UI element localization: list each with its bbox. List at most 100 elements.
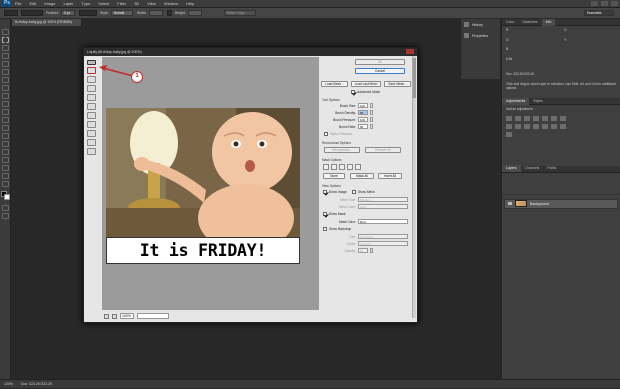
- tool-preset-picker[interactable]: [4, 10, 18, 16]
- background-color-swatch[interactable]: [4, 194, 10, 200]
- tab-channels[interactable]: Channels: [521, 165, 544, 172]
- move-tool-icon[interactable]: [1, 29, 9, 35]
- layer-row[interactable]: Background: [504, 198, 618, 209]
- reconstruct-button[interactable]: Reconstruct...: [324, 147, 360, 153]
- dock-history[interactable]: History: [461, 19, 500, 30]
- channel-mixer-icon[interactable]: [524, 123, 530, 129]
- brush-density-input[interactable]: 50: [358, 110, 368, 115]
- vibrance-icon[interactable]: [542, 115, 548, 121]
- show-backdrop-checkbox[interactable]: [323, 227, 327, 231]
- menu-layer[interactable]: Layer: [63, 1, 73, 6]
- pen-tool-icon[interactable]: [1, 141, 9, 147]
- brush-pressure-dropdown[interactable]: [370, 117, 373, 122]
- menu-select[interactable]: Select: [98, 1, 109, 6]
- stylus-pressure-checkbox[interactable]: [324, 132, 328, 136]
- add-to-selection-icon[interactable]: [331, 164, 337, 170]
- stylus-pressure-toggle[interactable]: Stylus Pressure: [324, 132, 352, 136]
- use-select[interactable]: All Layers: [358, 234, 408, 239]
- brush-tool-icon[interactable]: [1, 85, 9, 91]
- gradient-tool-icon[interactable]: [1, 117, 9, 123]
- menu-help[interactable]: Help: [186, 1, 194, 6]
- dock-properties[interactable]: Properties: [461, 30, 500, 41]
- opacity-dropdown[interactable]: [370, 248, 373, 253]
- workspace-selector[interactable]: Essentials: [584, 10, 614, 16]
- shape-tool-icon[interactable]: [1, 165, 9, 171]
- zoom-tool-icon[interactable]: [87, 148, 96, 155]
- save-mesh-button[interactable]: Save Mesh...: [384, 81, 411, 87]
- curves-icon[interactable]: [524, 115, 530, 121]
- close-icon[interactable]: [406, 49, 414, 54]
- threshold-icon[interactable]: [551, 123, 557, 129]
- eraser-tool-icon[interactable]: [1, 109, 9, 115]
- pucker-tool-icon[interactable]: [87, 94, 96, 101]
- thaw-mask-tool-icon[interactable]: [87, 130, 96, 137]
- invert-icon[interactable]: [533, 123, 539, 129]
- controls-scrollbar[interactable]: [412, 56, 416, 318]
- screen-mode-icon[interactable]: [1, 213, 9, 219]
- maximize-button[interactable]: [601, 1, 608, 6]
- document-tab[interactable]: fb-friday-baby.jpg @ 100% (RGB/8#): [12, 19, 82, 26]
- freeze-mask-tool-icon[interactable]: [87, 121, 96, 128]
- opacity-input[interactable]: 50: [358, 248, 368, 253]
- hand-tool-icon[interactable]: [87, 139, 96, 146]
- restore-all-button[interactable]: Restore All: [365, 147, 401, 153]
- close-window-button[interactable]: [611, 1, 618, 6]
- hue-icon[interactable]: [551, 115, 557, 121]
- scrollbar-thumb[interactable]: [413, 58, 416, 98]
- liquify-preview[interactable]: It is FRIDAY!: [102, 57, 319, 310]
- mask-color-select[interactable]: Red: [358, 219, 408, 224]
- advanced-mode-toggle[interactable]: Advanced Mode: [351, 90, 380, 94]
- quick-mask-icon[interactable]: [1, 205, 9, 211]
- width-input[interactable]: [148, 10, 163, 16]
- brush-pressure-input[interactable]: 100: [358, 117, 368, 122]
- tab-info[interactable]: Info: [541, 18, 556, 26]
- invert-all-button[interactable]: Invert All: [378, 173, 402, 179]
- mode-select[interactable]: In Front: [358, 241, 408, 246]
- mask-none-button[interactable]: None: [323, 173, 345, 179]
- history-brush-tool-icon[interactable]: [1, 101, 9, 107]
- brush-rate-input[interactable]: 80: [358, 124, 368, 129]
- zoom-level-input[interactable]: 100%: [120, 313, 134, 319]
- crop-tool-icon[interactable]: [1, 61, 9, 67]
- dodge-tool-icon[interactable]: [1, 133, 9, 139]
- show-image-checkbox[interactable]: [323, 190, 327, 194]
- photoshop-logo[interactable]: Ps: [2, 0, 12, 7]
- healing-brush-tool-icon[interactable]: [1, 77, 9, 83]
- levels-icon[interactable]: [515, 115, 521, 121]
- brush-rate-dropdown[interactable]: [370, 124, 373, 129]
- brush-size-dropdown[interactable]: [370, 103, 373, 108]
- show-mask-toggle[interactable]: Show Mask: [323, 212, 345, 216]
- menu-view[interactable]: View: [147, 1, 156, 6]
- advanced-mode-checkbox[interactable]: [351, 90, 355, 94]
- brightness-icon[interactable]: [506, 115, 512, 121]
- marquee-tool-icon[interactable]: [1, 37, 9, 43]
- minimize-button[interactable]: [591, 1, 598, 6]
- eye-icon[interactable]: [508, 202, 512, 205]
- path-selection-tool-icon[interactable]: [1, 157, 9, 163]
- zoom-level-dropdown[interactable]: [137, 313, 169, 319]
- quick-select-tool-icon[interactable]: [1, 53, 9, 59]
- tab-layers[interactable]: Layers: [502, 165, 521, 172]
- menu-filter[interactable]: Filter: [117, 1, 126, 6]
- show-mask-checkbox[interactable]: [323, 212, 327, 216]
- selection-mode-icons[interactable]: [21, 10, 43, 16]
- clone-stamp-tool-icon[interactable]: [1, 93, 9, 99]
- eyedropper-tool-icon[interactable]: [1, 69, 9, 75]
- invert-selection-icon[interactable]: [355, 164, 361, 170]
- cancel-button[interactable]: Cancel: [355, 68, 405, 74]
- color-balance-icon[interactable]: [560, 115, 566, 121]
- menu-3d[interactable]: 3D: [134, 1, 139, 6]
- bloat-tool-icon[interactable]: [87, 103, 96, 110]
- menu-file[interactable]: File: [15, 1, 21, 6]
- type-tool-icon[interactable]: [1, 149, 9, 155]
- photo-filter-icon[interactable]: [515, 123, 521, 129]
- swap-icon[interactable]: [166, 10, 172, 16]
- brush-size-input[interactable]: 100: [358, 103, 368, 108]
- show-backdrop-toggle[interactable]: Show Backdrop: [323, 227, 351, 231]
- menu-type[interactable]: Type: [82, 1, 91, 6]
- lasso-tool-icon[interactable]: [1, 45, 9, 51]
- exposure-icon[interactable]: [533, 115, 539, 121]
- hand-tool-icon[interactable]: [1, 173, 9, 179]
- ok-button[interactable]: OK: [355, 59, 405, 65]
- tab-paths[interactable]: Paths: [543, 165, 560, 172]
